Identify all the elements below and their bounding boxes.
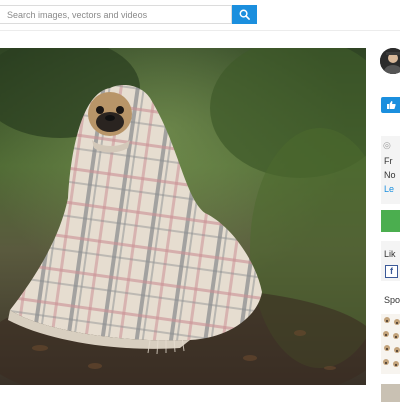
sponsored-label: Spo xyxy=(384,295,400,305)
info-line-1: Fr xyxy=(384,156,393,166)
sponsored-thumbnails[interactable] xyxy=(381,314,400,374)
like-button[interactable] xyxy=(381,97,400,113)
like-label: Lik xyxy=(384,249,396,259)
search-input[interactable] xyxy=(0,5,232,24)
avatar[interactable] xyxy=(380,48,400,74)
clock-icon: ◎ xyxy=(383,140,391,150)
info-link[interactable]: Le xyxy=(384,184,394,194)
header-divider xyxy=(0,30,400,31)
download-button[interactable] xyxy=(381,210,400,232)
image-info-card: ◎ Fr No Le xyxy=(381,136,400,204)
top-bar xyxy=(0,0,400,30)
thumbs-up-icon xyxy=(387,101,396,109)
main-photo[interactable] xyxy=(0,48,366,385)
sponsored-thumbnail-bottom[interactable] xyxy=(381,384,400,402)
search-icon xyxy=(239,9,250,20)
right-sidebar: ◎ Fr No Le Lik f Spo xyxy=(377,44,400,402)
info-line-2: No xyxy=(384,170,396,180)
pug-photo-illustration xyxy=(0,48,366,385)
facebook-icon[interactable]: f xyxy=(385,265,398,278)
avatar-image xyxy=(380,48,400,74)
social-like-card: Lik f xyxy=(381,241,400,281)
search-button[interactable] xyxy=(232,5,257,24)
